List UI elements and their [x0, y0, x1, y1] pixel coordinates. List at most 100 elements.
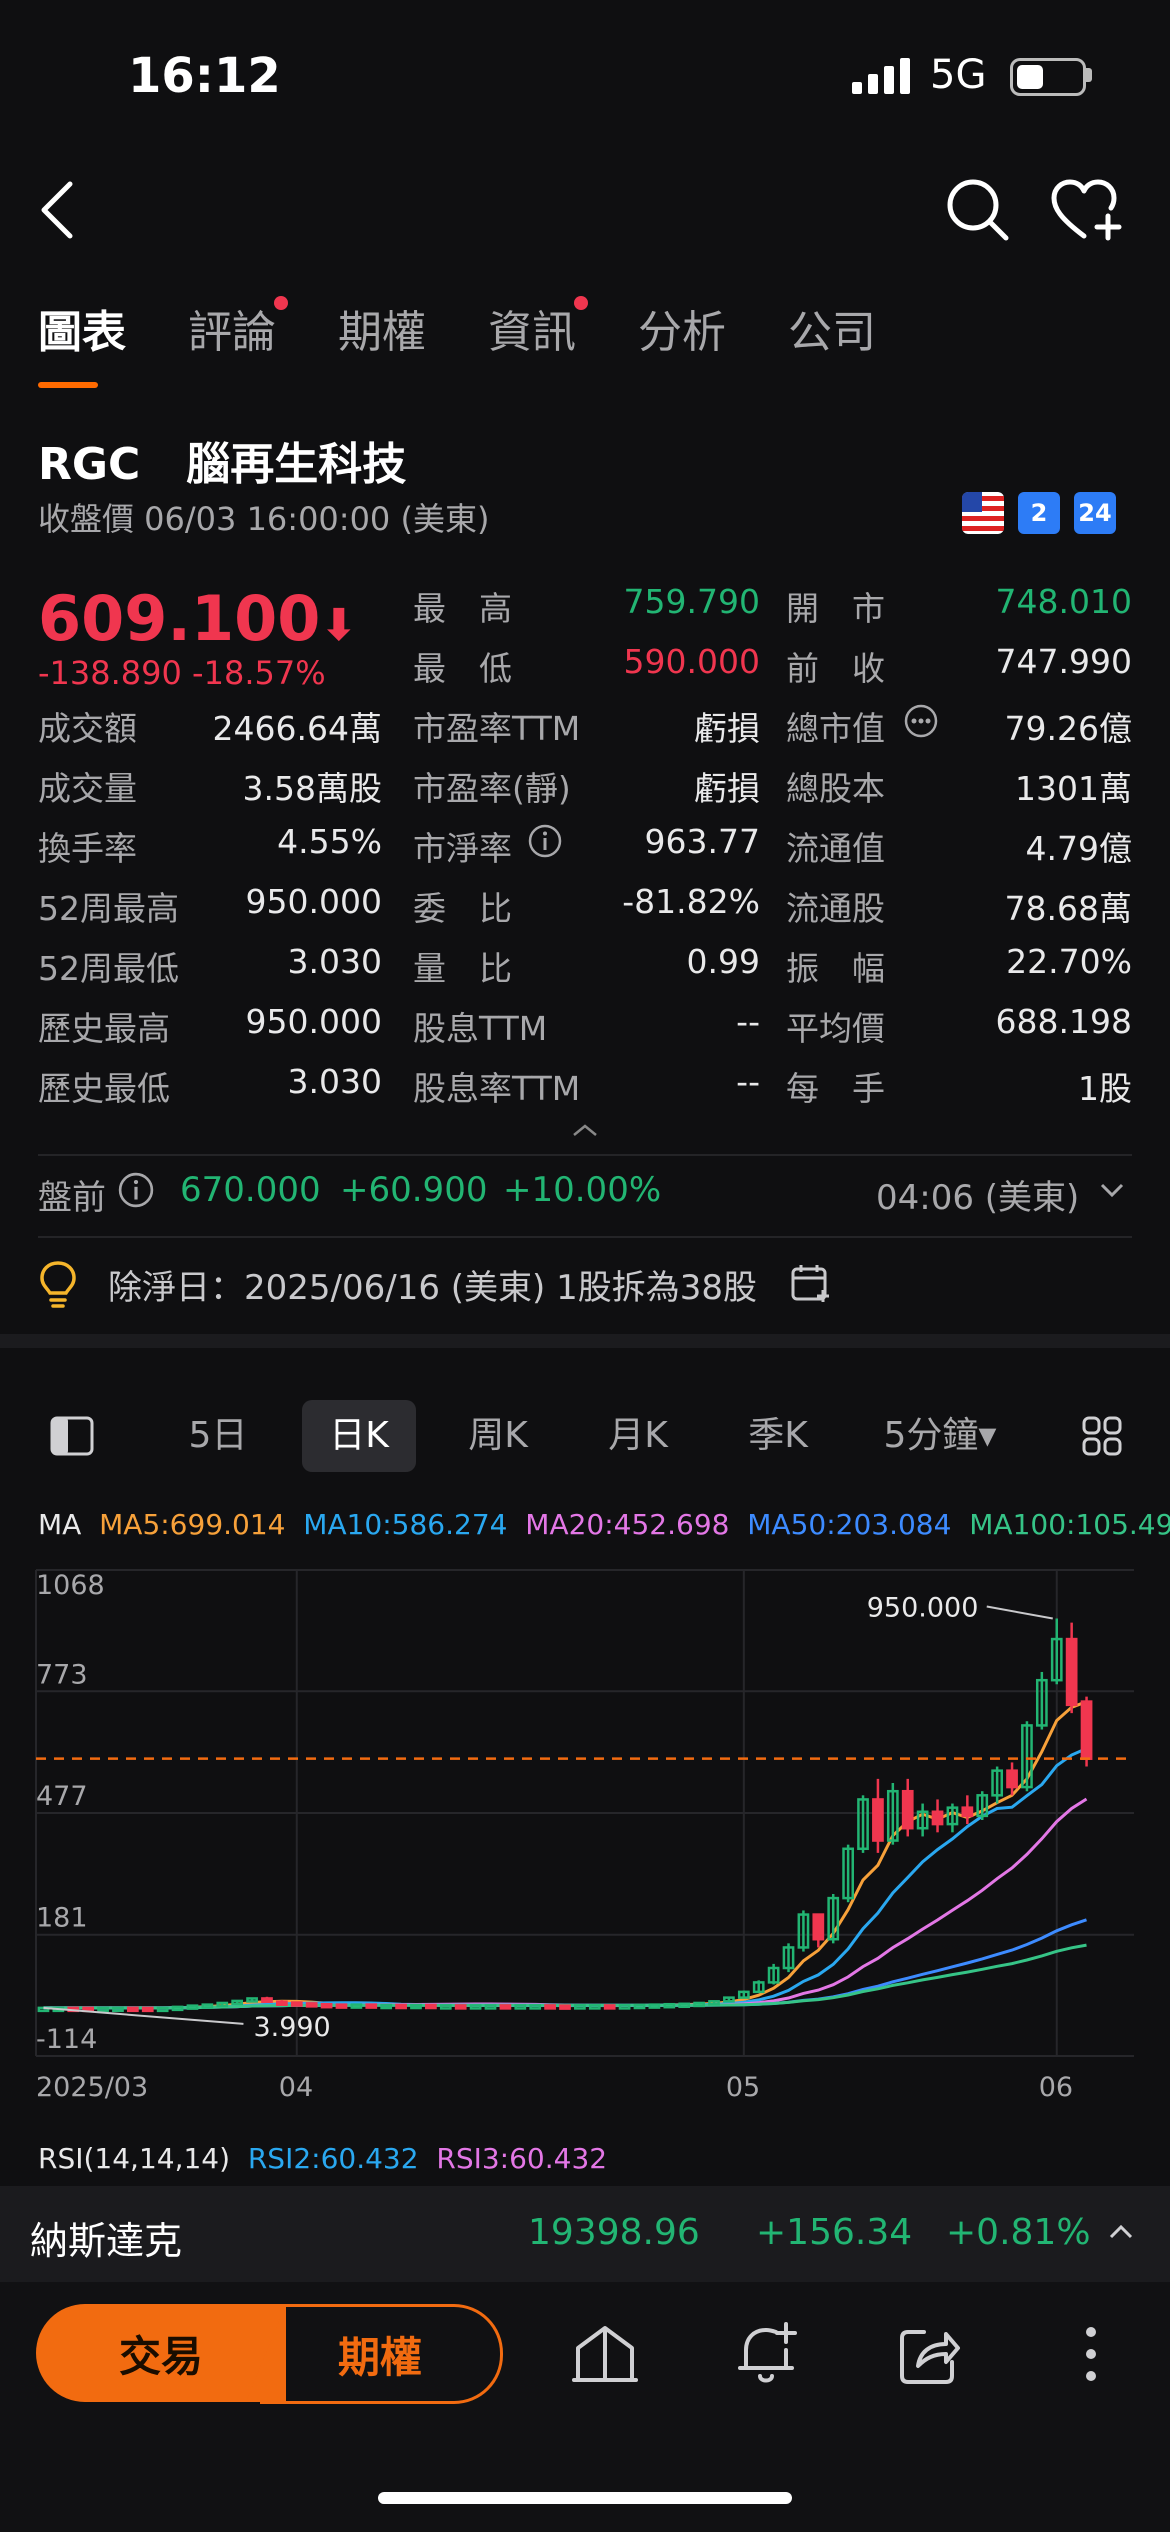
info-icon[interactable] — [528, 824, 562, 866]
info-icon[interactable] — [118, 1172, 154, 1217]
battery-tip — [1086, 68, 1092, 82]
candle-body — [469, 2004, 482, 2010]
lightning-badge: 2 — [1018, 492, 1060, 534]
period-monthly-k[interactable]: 月K — [580, 1400, 696, 1472]
index-ticker-bar[interactable]: 納斯達克 19398.96 +156.34 +0.81% — [0, 2186, 1170, 2282]
period-selector: 5日 日K 周K 月K 季K 5分鐘▾ — [0, 1400, 1170, 1480]
ma-legend: MA MA5:699.014 MA10:586.274 MA20:452.698… — [38, 1508, 1170, 1541]
ma100-line — [43, 1943, 1087, 2010]
network-label: 5G — [930, 52, 987, 98]
close-time: 收盤價 06/03 16:00:00 (美東) — [38, 500, 490, 538]
candle-body — [1006, 1769, 1018, 1789]
candle-body — [439, 2004, 452, 2010]
candle-body — [499, 2004, 512, 2010]
y-tick-label: 181 — [36, 1903, 88, 1934]
calendar-add-icon[interactable] — [790, 1262, 832, 1304]
status-bar: 16:12 5G — [0, 0, 1170, 150]
x-tick-label: 2025/03 — [36, 2072, 148, 2103]
candle-body — [290, 2001, 303, 2007]
battery-icon — [1010, 58, 1086, 96]
candle-body — [320, 2002, 333, 2009]
detail-tabs: 圖表 評論 期權 資訊 分析 公司 — [38, 296, 938, 388]
ma5-label: MA5:699.014 — [99, 1508, 286, 1541]
back-icon[interactable] — [36, 178, 80, 242]
sidebar-toggle-icon[interactable] — [50, 1416, 94, 1456]
chevron-down-icon[interactable] — [1098, 1180, 1126, 1200]
candle-body — [901, 1789, 914, 1830]
divider — [38, 1154, 1132, 1156]
rsi-legend: RSI(14,14,14) RSI2:60.432 RSI3:60.432 — [38, 2142, 608, 2175]
index-name: 納斯達克 — [30, 2219, 183, 2263]
search-icon[interactable] — [944, 176, 1012, 244]
candle-body — [931, 1810, 944, 1826]
divider — [38, 1236, 1132, 1238]
candle-body — [425, 2003, 437, 2010]
share-icon[interactable] — [898, 2322, 962, 2386]
period-5d[interactable]: 5日 — [160, 1400, 276, 1472]
stats-row: 成交量 3.58萬股 市盈率(靜) 虧損 總股本 1301萬 — [38, 769, 1132, 808]
stats-row: 最 高 759.790 開 市 748.010 — [413, 582, 1132, 628]
more-vertical-icon[interactable] — [1076, 2324, 1106, 2384]
chevron-up-icon[interactable] — [1108, 2222, 1134, 2242]
y-tick-label: 1068 — [36, 1570, 105, 1601]
y-tick-label: 477 — [36, 1781, 88, 1812]
index-change-pct: +0.81% — [946, 2212, 1091, 2253]
stats-row: 52周最高 950.000 委 比 -81.82% 流通股 78.68萬 — [38, 882, 1132, 928]
period-5min-dropdown[interactable]: 5分鐘▾ — [860, 1400, 1020, 1472]
index-value: 19398.96 — [528, 2212, 700, 2253]
stock-name: 腦再生科技 — [186, 439, 407, 490]
stock-title: RGC 腦再生科技 — [38, 428, 406, 492]
y-tick-label: 773 — [36, 1659, 88, 1690]
tab-options[interactable]: 期權 — [338, 296, 426, 376]
candle-body — [395, 2003, 407, 2010]
min-price-label: 3.990 — [253, 2012, 330, 2043]
alert-add-icon[interactable] — [736, 2320, 800, 2388]
chart-compare-icon[interactable] — [572, 2322, 638, 2386]
period-quarterly-k[interactable]: 季K — [720, 1400, 836, 1472]
nav-bar — [0, 170, 1170, 270]
candle-body — [276, 2000, 288, 2006]
stats-row: 歷史最高 950.000 股息TTM -- 平均價 688.198 — [38, 1002, 1132, 1048]
candle-body — [365, 2003, 378, 2009]
ma10-label: MA10:586.274 — [303, 1508, 508, 1541]
tab-comments[interactable]: 評論 — [188, 296, 288, 376]
stats-row: 換手率 4.55% 市淨率 963.77 流通值 4.79億 — [38, 822, 1132, 868]
market-badges: 2 24 — [962, 492, 1116, 534]
more-icon[interactable] — [904, 704, 938, 746]
options-button[interactable]: 期權 — [260, 2304, 503, 2404]
tab-analysis[interactable]: 分析 — [638, 296, 726, 376]
candle-body — [335, 2003, 348, 2009]
tab-company[interactable]: 公司 — [788, 296, 876, 376]
candle-body — [261, 1997, 273, 2003]
ma20-line — [43, 1797, 1088, 2010]
period-weekly-k[interactable]: 周K — [440, 1400, 556, 1472]
tab-chart[interactable]: 圖表 — [38, 296, 126, 388]
x-tick-label: 06 — [1039, 2072, 1073, 2103]
bottom-action-bar: 交易 期權 — [0, 2282, 1170, 2532]
candle-body — [603, 2004, 616, 2010]
candle-body — [305, 2002, 318, 2008]
signal-icon — [852, 58, 910, 94]
index-change: +156.34 — [756, 2212, 913, 2253]
candle-body — [559, 2004, 571, 2010]
ma50-line — [43, 1918, 1087, 2010]
candle-body — [454, 2004, 467, 2010]
ma20-label: MA20:452.698 — [525, 1508, 730, 1541]
candle-body — [872, 1798, 884, 1842]
premarket-row[interactable]: 盤前 670.000 +60.900 +10.00% 04:06 (美東) — [38, 1170, 1138, 1230]
ex-dividend-notice: 除淨日：2025/06/16 (美東) 1股拆為38股 — [108, 1268, 758, 1308]
status-time: 16:12 — [128, 48, 281, 104]
max-marker-line — [986, 1605, 1053, 1620]
candle-body — [812, 1913, 825, 1941]
tab-news[interactable]: 資訊 — [488, 296, 588, 376]
home-indicator — [378, 2492, 792, 2504]
stats-row: 最 低 590.000 前 收 747.990 — [413, 642, 1132, 688]
grid-menu-icon[interactable] — [1082, 1416, 1122, 1456]
us-flag-icon — [962, 492, 1004, 534]
favorite-add-icon[interactable] — [1050, 178, 1126, 242]
stats-row: 52周最低 3.030 量 比 0.99 振 幅 22.70% — [38, 942, 1132, 988]
24h-badge: 24 — [1074, 492, 1116, 534]
candlestick-chart[interactable]: 1068 773 477 181 -114 2025/03 04 05 06 950.000 3.9… — [0, 1550, 1170, 2120]
collapse-chevron-icon[interactable] — [570, 1122, 600, 1138]
period-daily-k[interactable]: 日K — [302, 1400, 416, 1472]
